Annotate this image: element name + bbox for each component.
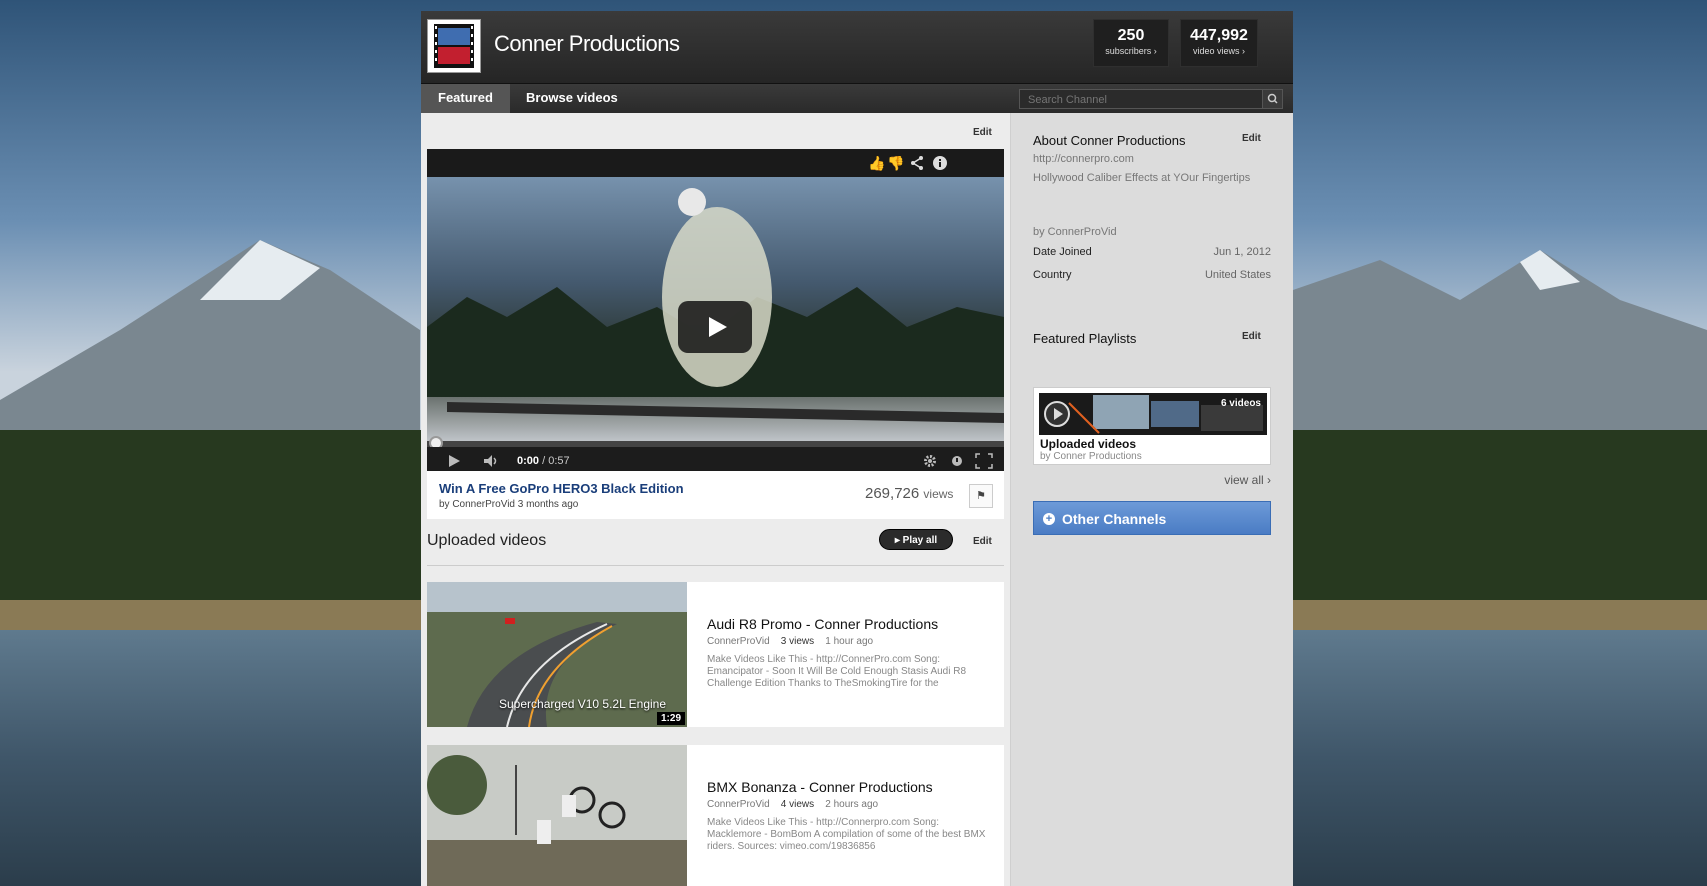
video-views-stat[interactable]: 447,992 video views › [1180,19,1258,67]
video-frame[interactable] [427,177,1004,441]
time-total: / 0:57 [542,455,570,467]
channel-owner[interactable]: by ConnerProVid [1033,226,1117,238]
search-input[interactable] [1020,91,1258,109]
section-divider [427,565,1004,566]
search-icon [1267,93,1278,104]
film-strip-icon [434,24,474,68]
search-box [1019,89,1283,109]
list-item[interactable]: BMX Bonanza - Conner Productions ConnerP… [427,745,1004,886]
flag-icon: ⚑ [976,490,986,502]
settings-gear-icon[interactable] [923,454,937,470]
time-current: 0:00 [517,455,540,467]
channel-title: Conner Productions [494,31,680,56]
video-title[interactable]: BMX Bonanza - Conner Productions [707,779,933,795]
channel-nav: Featured Browse videos [421,83,1293,114]
subscribers-stat[interactable]: 250 subscribers › [1093,19,1169,67]
playlist-thumbnail[interactable]: 6 videos [1039,393,1267,435]
video-channel[interactable]: ConnerProVid [707,799,770,810]
video-age: 1 hour ago [825,636,874,647]
video-thumbnail[interactable]: Supercharged V10 5.2L Engine 1:29 [427,582,687,728]
flag-button[interactable]: ⚑ [969,484,993,508]
date-joined-label: Date Joined [1033,246,1092,258]
tab-browse-videos[interactable]: Browse videos [509,84,635,114]
other-channels-label: Other Channels [1062,511,1167,527]
views-label: views [923,487,954,501]
video-title[interactable]: Audi R8 Promo - Conner Productions [707,616,938,632]
video-views-count: 447,992 [1190,27,1248,44]
subscribers-count: 250 [1117,27,1145,44]
video-views: 3 views [780,636,815,647]
tab-featured[interactable]: Featured [421,84,510,114]
uploaded-videos-title: Uploaded videos [427,532,547,549]
video-meta: ConnerProVid 4 views 2 hours ago [707,799,878,810]
playlist-card[interactable]: 6 videos Uploaded videos by Conner Produ… [1033,387,1271,465]
playlist-title[interactable]: Uploaded videos [1040,437,1136,451]
views-number: 269,726 [865,485,920,502]
video-player[interactable]: 👍 👎 0:00 / 0:57 [427,149,1004,501]
video-channel[interactable]: ConnerProVid [707,636,770,647]
player-topbar: 👍 👎 [427,149,1004,177]
featured-edit-button[interactable]: Edit [973,127,992,138]
playlist-video-count: 6 videos [1220,398,1261,409]
featured-view-count: 269,726 views [865,485,953,502]
sidebar: About Conner Productions Edit http://con… [1010,113,1293,886]
video-views-label: video views › [1192,46,1246,56]
channel-url-link[interactable]: http://connerpro.com [1033,153,1134,165]
play-icon[interactable] [447,454,461,470]
video-meta: ConnerProVid 3 views 1 hour ago [707,636,873,647]
playlist-owner: by Conner Productions [1040,451,1142,462]
about-edit-button[interactable]: Edit [1242,133,1261,144]
video-description: Make Videos Like This - http://Connerpro… [707,817,986,852]
subscribers-label: subscribers › [1105,46,1157,56]
featured-video-meta: by ConnerProVid 3 months ago [439,499,579,510]
bmx-thumbnail-image [427,745,687,886]
dislike-icon[interactable]: 👎 [887,156,904,170]
featured-playlists-title: Featured Playlists [1033,331,1137,346]
thumbnail-caption: Supercharged V10 5.2L Engine [499,697,667,711]
featured-video-title[interactable]: Win A Free GoPro HERO3 Black Edition [439,481,684,496]
view-all-link[interactable]: view all › [1224,473,1271,487]
video-age: 2 hours ago [825,799,879,810]
share-icon[interactable] [909,155,925,173]
country-label: Country [1033,269,1072,281]
fullscreen-icon[interactable] [975,453,993,471]
play-all-button[interactable]: ▸ Play all [879,529,953,550]
annotations-icon[interactable] [951,455,963,469]
main-column: Edit 👍 👎 0:00 / 0:57 Win A Free GoPro HE… [421,113,1010,886]
channel-logo[interactable] [427,19,481,73]
about-title: About Conner Productions [1033,133,1186,148]
time-display: 0:00 / 0:57 [517,455,570,467]
search-button[interactable] [1262,90,1282,108]
channel-tagline: Hollywood Caliber Effects at YOur Finger… [1033,172,1251,184]
channel-header: Conner Productions 250 subscribers › 447… [421,11,1293,83]
playlists-edit-button[interactable]: Edit [1242,331,1261,342]
video-description: Make Videos Like This - http://ConnerPro… [707,654,967,689]
date-joined-value: Jun 1, 2012 [1213,246,1272,258]
big-play-button[interactable] [678,301,752,353]
video-thumbnail[interactable] [427,745,687,886]
country-value: United States [1204,269,1271,281]
play-all-label: Play all [902,535,938,546]
channel-page: Conner Productions 250 subscribers › 447… [421,11,1293,886]
other-channels-button[interactable]: + Other Channels [1033,501,1271,535]
video-duration: 1:29 [656,712,685,725]
volume-icon[interactable] [483,454,501,470]
featured-video-info: Win A Free GoPro HERO3 Black Edition by … [427,471,1004,519]
info-icon[interactable] [932,155,948,173]
plus-circle-icon: + [1043,513,1055,525]
video-views: 4 views [780,799,815,810]
uploaded-edit-button[interactable]: Edit [973,536,992,547]
list-item[interactable]: Supercharged V10 5.2L Engine 1:29 Audi R… [427,582,1004,728]
like-icon[interactable]: 👍 [868,156,885,170]
